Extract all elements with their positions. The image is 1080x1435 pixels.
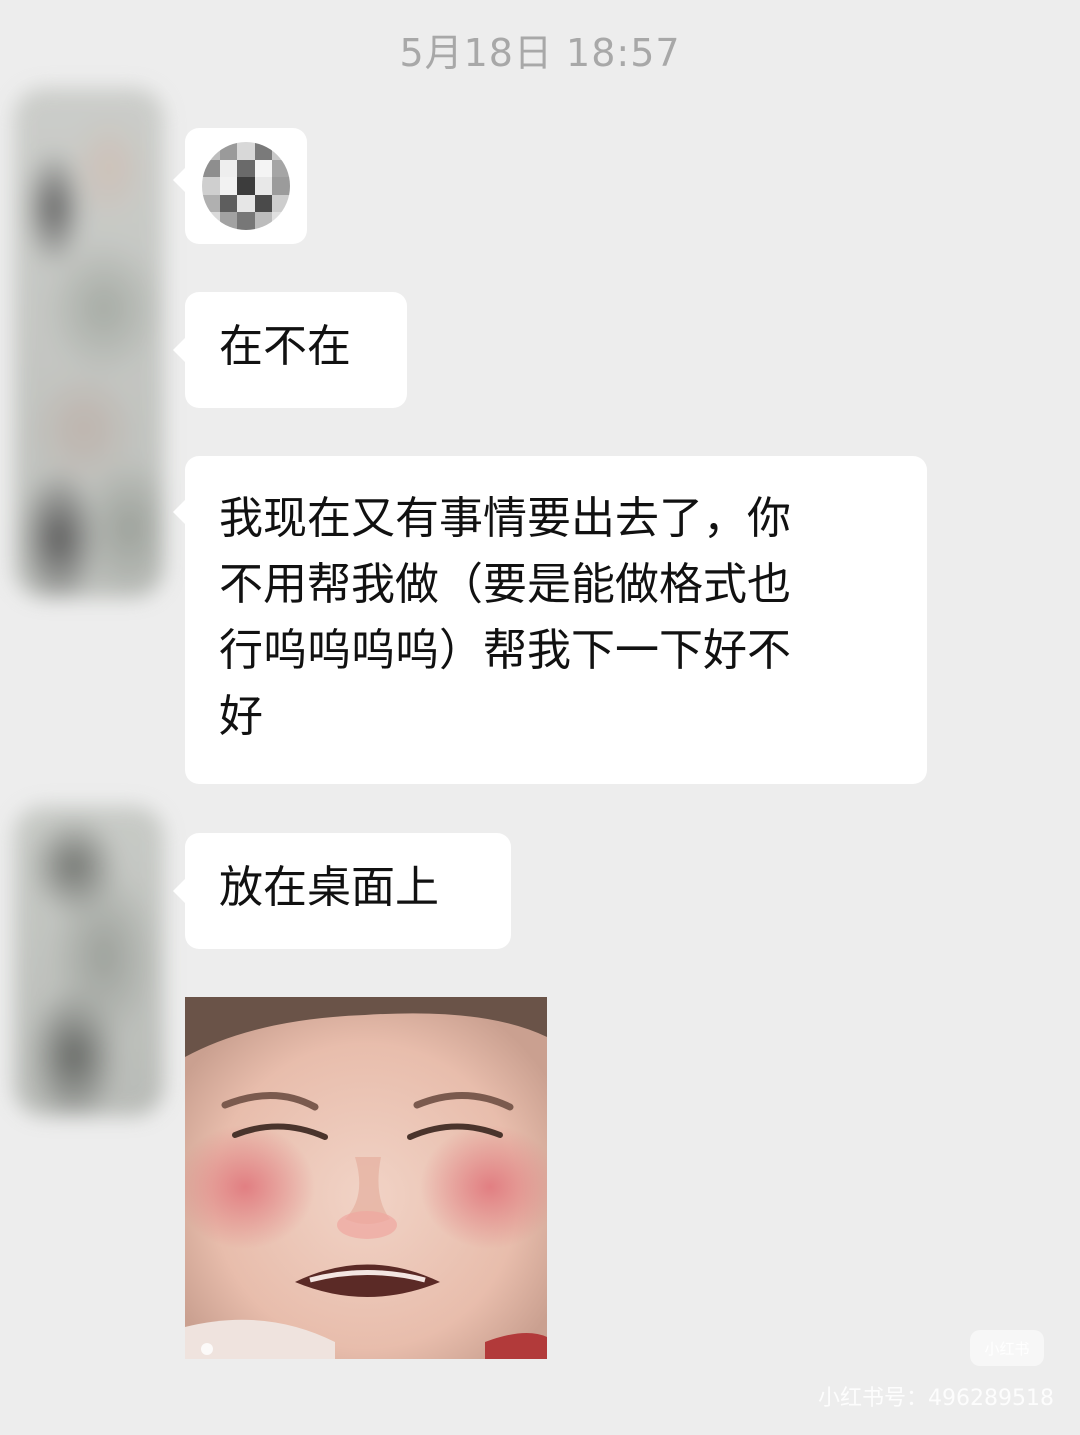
emoji-message-bubble[interactable] <box>173 128 307 244</box>
sender-avatar-blurred[interactable] <box>14 88 164 598</box>
message-text-line: 好 <box>219 691 263 742</box>
chat-timestamp: 5月18日 18:57 <box>399 31 681 75</box>
message-bubble[interactable]: 在不在 <box>173 292 407 408</box>
xiaohongshu-watermark-badge: 小红书 <box>970 1330 1044 1366</box>
message-text-line: 我现在又有事情要出去了，你 <box>219 493 791 544</box>
crying-child-sticker-image[interactable] <box>185 997 547 1359</box>
xiaohongshu-watermark-id: 小红书号：496289518 <box>818 1386 1054 1411</box>
message-text: 在不在 <box>219 321 351 372</box>
message-text-line: 行呜呜呜呜）帮我下一下好不 <box>219 625 791 676</box>
pixelated-emoji-icon <box>202 142 290 230</box>
message-text: 放在桌面上 <box>219 862 439 913</box>
message-bubble[interactable]: 我现在又有事情要出去了，你 不用帮我做（要是能做格式也 行呜呜呜呜）帮我下一下好… <box>173 456 927 784</box>
message-bubble[interactable]: 放在桌面上 <box>173 833 511 949</box>
sender-avatar-blurred-2[interactable] <box>14 806 164 1116</box>
message-text-line: 不用帮我做（要是能做格式也 <box>219 559 791 610</box>
